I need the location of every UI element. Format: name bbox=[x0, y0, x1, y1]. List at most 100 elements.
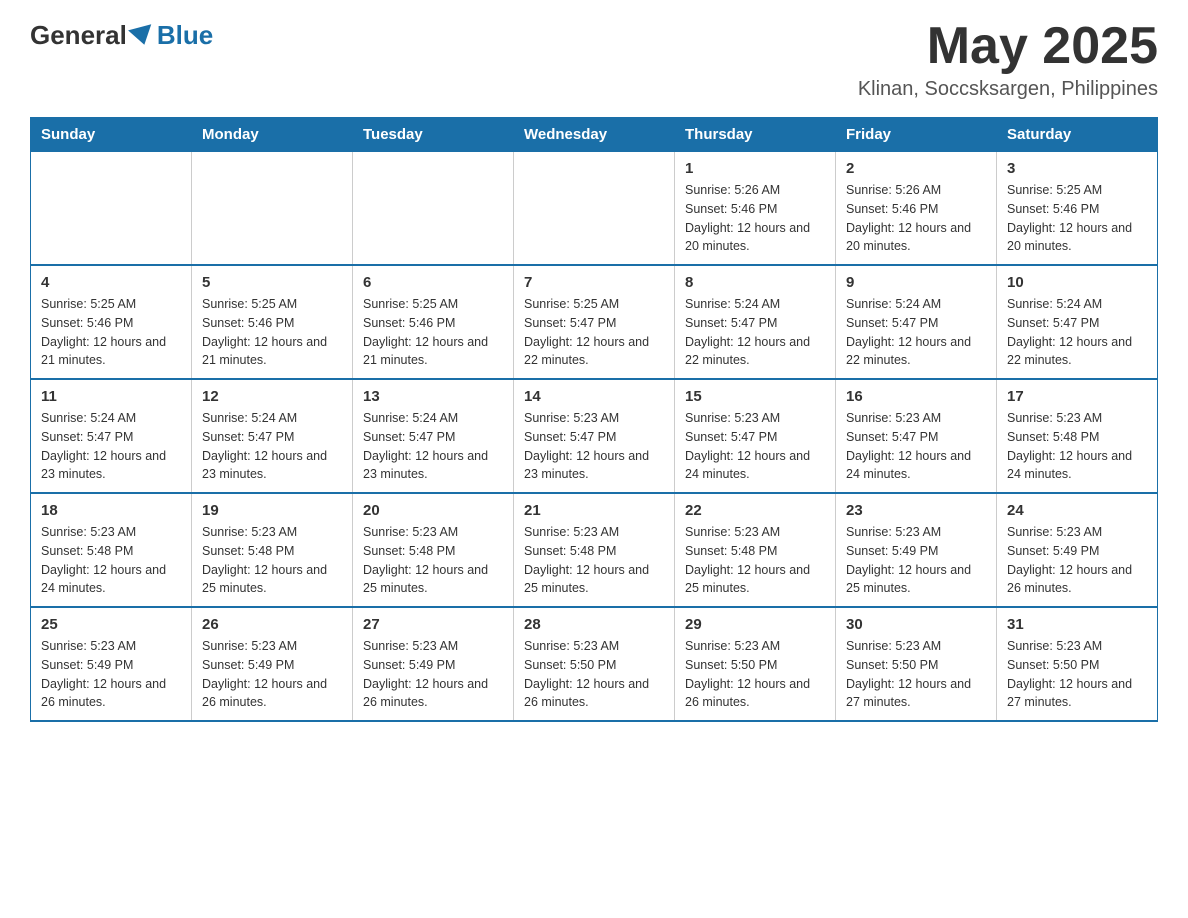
day-info: Sunrise: 5:24 AM Sunset: 5:47 PM Dayligh… bbox=[41, 409, 181, 484]
calendar-day bbox=[514, 152, 675, 266]
calendar-header-row: SundayMondayTuesdayWednesdayThursdayFrid… bbox=[31, 118, 1158, 152]
calendar-day: 8Sunrise: 5:24 AM Sunset: 5:47 PM Daylig… bbox=[675, 265, 836, 379]
logo: General Blue bbox=[30, 20, 213, 51]
day-number: 31 bbox=[1007, 616, 1147, 633]
day-number: 25 bbox=[41, 616, 181, 633]
day-number: 9 bbox=[846, 274, 986, 291]
day-info: Sunrise: 5:23 AM Sunset: 5:49 PM Dayligh… bbox=[846, 523, 986, 598]
calendar-day: 11 Sunrise: 5:24 AM Sunset: 5:47 PM Dayli… bbox=[31, 379, 192, 493]
calendar-day: 3Sunrise: 5:25 AM Sunset: 5:46 PM Daylig… bbox=[997, 152, 1158, 266]
day-number: 24 bbox=[1007, 502, 1147, 519]
day-info: Sunrise: 5:26 AM Sunset: 5:46 PM Dayligh… bbox=[846, 181, 986, 256]
calendar-day bbox=[353, 152, 514, 266]
day-info: Sunrise: 5:23 AM Sunset: 5:47 PM Dayligh… bbox=[846, 409, 986, 484]
calendar-day: 10 Sunrise: 5:24 AM Sunset: 5:47 PM Dayli… bbox=[997, 265, 1158, 379]
day-number: 12 bbox=[202, 388, 342, 405]
calendar-day: 6Sunrise: 5:25 AM Sunset: 5:46 PM Daylig… bbox=[353, 265, 514, 379]
calendar-day: 29Sunrise: 5:23 AM Sunset: 5:50 PM Dayli… bbox=[675, 607, 836, 721]
day-info: Sunrise: 5:23 AM Sunset: 5:50 PM Dayligh… bbox=[1007, 637, 1147, 712]
day-info: Sunrise: 5:23 AM Sunset: 5:50 PM Dayligh… bbox=[846, 637, 986, 712]
day-info: Sunrise: 5:23 AM Sunset: 5:47 PM Dayligh… bbox=[524, 409, 664, 484]
calendar-day: 4 Sunrise: 5:25 AM Sunset: 5:46 PM Daylig… bbox=[31, 265, 192, 379]
calendar-day: 21 Sunrise: 5:23 AM Sunset: 5:48 PM Dayli… bbox=[514, 493, 675, 607]
calendar-day: 2Sunrise: 5:26 AM Sunset: 5:46 PM Daylig… bbox=[836, 152, 997, 266]
day-number: 10 bbox=[1007, 274, 1147, 291]
day-number: 21 bbox=[524, 502, 664, 519]
day-number: 27 bbox=[363, 616, 503, 633]
day-info: Sunrise: 5:25 AM Sunset: 5:46 PM Dayligh… bbox=[202, 295, 342, 370]
day-number: 23 bbox=[846, 502, 986, 519]
day-number: 3 bbox=[1007, 160, 1147, 177]
logo-blue: Blue bbox=[157, 20, 213, 51]
calendar-day bbox=[192, 152, 353, 266]
day-info: Sunrise: 5:23 AM Sunset: 5:48 PM Dayligh… bbox=[363, 523, 503, 598]
calendar-day: 12 Sunrise: 5:24 AM Sunset: 5:47 PM Dayli… bbox=[192, 379, 353, 493]
day-info: Sunrise: 5:24 AM Sunset: 5:47 PM Dayligh… bbox=[1007, 295, 1147, 370]
day-number: 15 bbox=[685, 388, 825, 405]
day-number: 28 bbox=[524, 616, 664, 633]
day-number: 14 bbox=[524, 388, 664, 405]
calendar-day: 14 Sunrise: 5:23 AM Sunset: 5:47 PM Dayli… bbox=[514, 379, 675, 493]
day-number: 1 bbox=[685, 160, 825, 177]
day-info: Sunrise: 5:26 AM Sunset: 5:46 PM Dayligh… bbox=[685, 181, 825, 256]
day-info: Sunrise: 5:23 AM Sunset: 5:47 PM Dayligh… bbox=[685, 409, 825, 484]
day-info: Sunrise: 5:24 AM Sunset: 5:47 PM Dayligh… bbox=[685, 295, 825, 370]
day-info: Sunrise: 5:23 AM Sunset: 5:48 PM Dayligh… bbox=[202, 523, 342, 598]
day-number: 13 bbox=[363, 388, 503, 405]
calendar-day: 16Sunrise: 5:23 AM Sunset: 5:47 PM Dayli… bbox=[836, 379, 997, 493]
day-info: Sunrise: 5:23 AM Sunset: 5:48 PM Dayligh… bbox=[1007, 409, 1147, 484]
calendar-day: 1 Sunrise: 5:26 AM Sunset: 5:46 PM Daylig… bbox=[675, 152, 836, 266]
calendar-day: 13 Sunrise: 5:24 AM Sunset: 5:47 PM Dayli… bbox=[353, 379, 514, 493]
calendar-day: 22Sunrise: 5:23 AM Sunset: 5:48 PM Dayli… bbox=[675, 493, 836, 607]
calendar-day: 17 Sunrise: 5:23 AM Sunset: 5:48 PM Dayli… bbox=[997, 379, 1158, 493]
calendar-day: 15 Sunrise: 5:23 AM Sunset: 5:47 PM Dayli… bbox=[675, 379, 836, 493]
day-info: Sunrise: 5:23 AM Sunset: 5:50 PM Dayligh… bbox=[685, 637, 825, 712]
calendar-day: 23 Sunrise: 5:23 AM Sunset: 5:49 PM Dayli… bbox=[836, 493, 997, 607]
day-info: Sunrise: 5:24 AM Sunset: 5:47 PM Dayligh… bbox=[202, 409, 342, 484]
day-info: Sunrise: 5:23 AM Sunset: 5:49 PM Dayligh… bbox=[363, 637, 503, 712]
day-info: Sunrise: 5:23 AM Sunset: 5:50 PM Dayligh… bbox=[524, 637, 664, 712]
column-header-sunday: Sunday bbox=[31, 118, 192, 152]
calendar-week-3: 11 Sunrise: 5:24 AM Sunset: 5:47 PM Dayli… bbox=[31, 379, 1158, 493]
calendar-table: SundayMondayTuesdayWednesdayThursdayFrid… bbox=[30, 117, 1158, 722]
calendar-day: 5 Sunrise: 5:25 AM Sunset: 5:46 PM Daylig… bbox=[192, 265, 353, 379]
calendar-day: 18Sunrise: 5:23 AM Sunset: 5:48 PM Dayli… bbox=[31, 493, 192, 607]
day-number: 4 bbox=[41, 274, 181, 291]
calendar-day: 25Sunrise: 5:23 AM Sunset: 5:49 PM Dayli… bbox=[31, 607, 192, 721]
calendar-day: 30 Sunrise: 5:23 AM Sunset: 5:50 PM Dayli… bbox=[836, 607, 997, 721]
calendar-week-4: 18Sunrise: 5:23 AM Sunset: 5:48 PM Dayli… bbox=[31, 493, 1158, 607]
calendar-week-1: 1 Sunrise: 5:26 AM Sunset: 5:46 PM Daylig… bbox=[31, 152, 1158, 266]
calendar-day: 20 Sunrise: 5:23 AM Sunset: 5:48 PM Dayli… bbox=[353, 493, 514, 607]
calendar-day: 7Sunrise: 5:25 AM Sunset: 5:47 PM Daylig… bbox=[514, 265, 675, 379]
logo-arrow-icon bbox=[128, 24, 156, 48]
page-header: General Blue May 2025 Klinan, Soccsksarg… bbox=[30, 20, 1158, 101]
day-number: 5 bbox=[202, 274, 342, 291]
day-info: Sunrise: 5:25 AM Sunset: 5:46 PM Dayligh… bbox=[41, 295, 181, 370]
calendar-day bbox=[31, 152, 192, 266]
day-info: Sunrise: 5:23 AM Sunset: 5:48 PM Dayligh… bbox=[524, 523, 664, 598]
calendar-day: 28 Sunrise: 5:23 AM Sunset: 5:50 PM Dayli… bbox=[514, 607, 675, 721]
day-info: Sunrise: 5:23 AM Sunset: 5:48 PM Dayligh… bbox=[41, 523, 181, 598]
calendar-day: 9Sunrise: 5:24 AM Sunset: 5:47 PM Daylig… bbox=[836, 265, 997, 379]
calendar-day: 19 Sunrise: 5:23 AM Sunset: 5:48 PM Dayli… bbox=[192, 493, 353, 607]
calendar-day: 31 Sunrise: 5:23 AM Sunset: 5:50 PM Dayli… bbox=[997, 607, 1158, 721]
day-number: 26 bbox=[202, 616, 342, 633]
day-number: 30 bbox=[846, 616, 986, 633]
day-info: Sunrise: 5:24 AM Sunset: 5:47 PM Dayligh… bbox=[363, 409, 503, 484]
logo-general: General bbox=[30, 20, 127, 51]
day-number: 11 bbox=[41, 388, 181, 405]
day-number: 20 bbox=[363, 502, 503, 519]
day-info: Sunrise: 5:23 AM Sunset: 5:49 PM Dayligh… bbox=[1007, 523, 1147, 598]
column-header-monday: Monday bbox=[192, 118, 353, 152]
calendar-day: 26 Sunrise: 5:23 AM Sunset: 5:49 PM Dayli… bbox=[192, 607, 353, 721]
day-info: Sunrise: 5:23 AM Sunset: 5:48 PM Dayligh… bbox=[685, 523, 825, 598]
column-header-tuesday: Tuesday bbox=[353, 118, 514, 152]
day-number: 6 bbox=[363, 274, 503, 291]
column-header-thursday: Thursday bbox=[675, 118, 836, 152]
day-number: 19 bbox=[202, 502, 342, 519]
calendar-week-2: 4 Sunrise: 5:25 AM Sunset: 5:46 PM Daylig… bbox=[31, 265, 1158, 379]
day-info: Sunrise: 5:23 AM Sunset: 5:49 PM Dayligh… bbox=[202, 637, 342, 712]
day-number: 17 bbox=[1007, 388, 1147, 405]
calendar-week-5: 25 Sunrise: 5:23 AM Sunset: 5:49 PM Dayli… bbox=[31, 607, 1158, 721]
calendar-day: 27 Sunrise: 5:23 AM Sunset: 5:49 PM Dayli… bbox=[353, 607, 514, 721]
